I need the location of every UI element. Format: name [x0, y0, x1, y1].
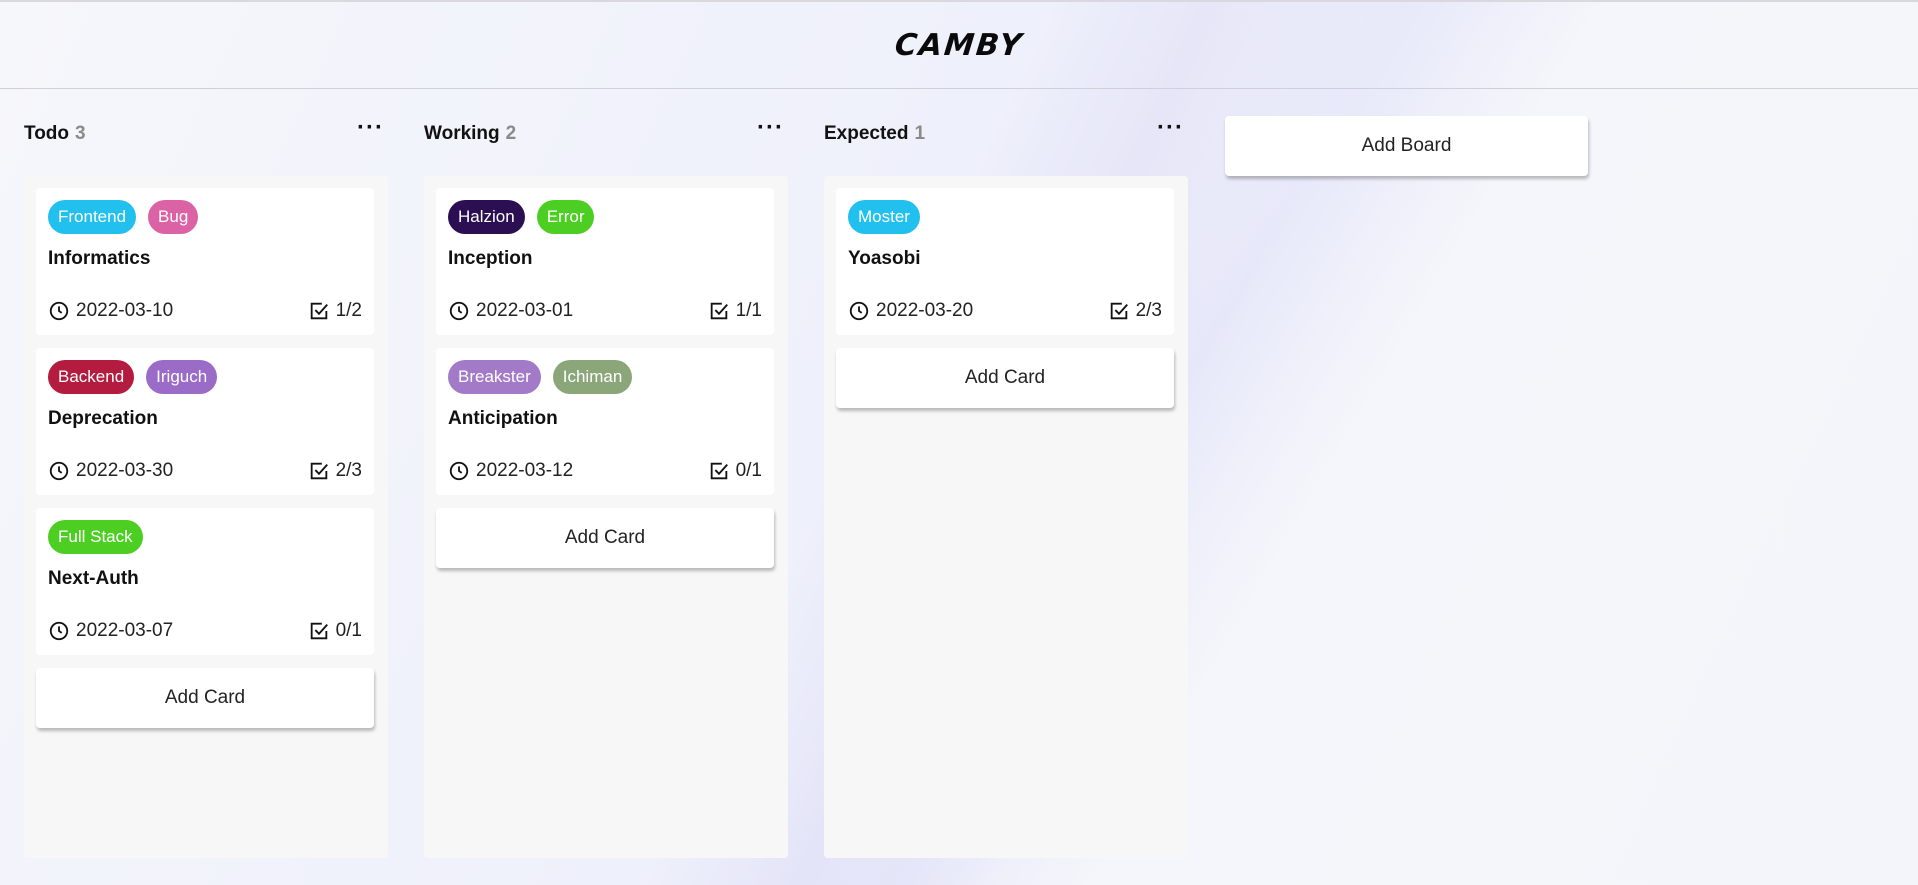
- card[interactable]: Backend Iriguch Deprecation 2022-03-30 2…: [36, 348, 374, 495]
- board-todo: Todo 3 ··· Frontend Bug Informatics 2022-…: [24, 114, 388, 858]
- board-header: Working 2 ···: [424, 114, 788, 154]
- card-date: 2022-03-12: [476, 460, 574, 481]
- clock-icon: [449, 461, 469, 481]
- card-tasks: 2/3: [1135, 300, 1162, 321]
- card-title: Next-Auth: [48, 568, 139, 589]
- board-header: Todo 3 ···: [24, 114, 388, 154]
- card-tasks: 0/1: [735, 460, 762, 481]
- board-title: Expected: [824, 123, 909, 144]
- board-count: 2: [505, 123, 517, 144]
- checkbox-icon: [1110, 302, 1128, 320]
- checkbox-icon: [310, 302, 328, 320]
- card-tasks: 1/2: [335, 300, 362, 321]
- board-count: 1: [914, 123, 926, 144]
- label-chip: Error: [536, 200, 595, 234]
- card-title: Informatics: [48, 248, 151, 269]
- clock-icon: [849, 301, 869, 321]
- checkbox-icon: [310, 462, 328, 480]
- clock-icon: [49, 461, 69, 481]
- app-header: CAMBY: [0, 0, 1918, 89]
- board-title: Working: [424, 123, 500, 144]
- clock-icon: [49, 621, 69, 641]
- label-chip: Breakster: [448, 360, 541, 394]
- card[interactable]: Moster Yoasobi 2022-03-20 2/3: [836, 188, 1174, 335]
- card-title: Inception: [448, 248, 533, 269]
- more-dots-icon[interactable]: ···: [1153, 116, 1188, 145]
- card-tasks: 0/1: [335, 620, 362, 641]
- card[interactable]: Frontend Bug Informatics 2022-03-10 1/2: [36, 188, 374, 335]
- board-body: Moster Yoasobi 2022-03-20 2/3 Add Card: [824, 176, 1188, 858]
- label-chip: Backend: [48, 360, 135, 394]
- checkbox-icon: [710, 462, 728, 480]
- label-chip: Halzion: [448, 200, 525, 234]
- label-chip: Ichiman: [552, 360, 633, 394]
- add-card-button[interactable]: Add Card: [36, 668, 374, 728]
- card-date: 2022-03-10: [76, 300, 174, 321]
- card-date: 2022-03-20: [876, 300, 974, 321]
- add-card-button[interactable]: Add Card: [836, 348, 1174, 408]
- board-title: Todo: [24, 123, 70, 144]
- board-working: Working 2 ··· Halzion Error Inception 202…: [424, 114, 788, 858]
- add-card-button[interactable]: Add Card: [436, 508, 774, 568]
- more-dots-icon[interactable]: ···: [753, 116, 788, 145]
- card[interactable]: Halzion Error Inception 2022-03-01 1/1: [436, 188, 774, 335]
- label-chip: Moster: [848, 200, 920, 234]
- card[interactable]: Full Stack Next-Auth 2022-03-07 0/1: [36, 508, 374, 655]
- board-header: Expected 1 ···: [824, 114, 1188, 154]
- card[interactable]: Breakster Ichiman Anticipation 2022-03-1…: [436, 348, 774, 495]
- board-body: Halzion Error Inception 2022-03-01 1/1 B…: [424, 176, 788, 858]
- card-date: 2022-03-07: [76, 620, 174, 641]
- camby-logo: CAMBY: [893, 27, 1025, 63]
- card-title: Anticipation: [448, 408, 558, 429]
- checkbox-icon: [310, 622, 328, 640]
- label-chip: Frontend: [48, 200, 137, 234]
- clock-icon: [449, 301, 469, 321]
- label-chip: Full Stack: [48, 520, 143, 554]
- label-chip: Iriguch: [146, 360, 218, 394]
- label-chip: Bug: [148, 200, 199, 234]
- checkbox-icon: [710, 302, 728, 320]
- add-board-button[interactable]: Add Board: [1225, 116, 1588, 176]
- clock-icon: [49, 301, 69, 321]
- more-dots-icon[interactable]: ···: [353, 116, 388, 145]
- board-expected: Expected 1 ··· Moster Yoasobi 2022-03-20 …: [824, 114, 1188, 858]
- card-date: 2022-03-30: [76, 460, 174, 481]
- card-tasks: 2/3: [335, 460, 362, 481]
- card-title: Deprecation: [48, 408, 158, 429]
- board-count: 3: [75, 123, 86, 144]
- card-date: 2022-03-01: [476, 300, 574, 321]
- board-body: Frontend Bug Informatics 2022-03-10 1/2 …: [24, 176, 388, 858]
- card-tasks: 1/1: [735, 300, 762, 321]
- card-title: Yoasobi: [848, 248, 921, 269]
